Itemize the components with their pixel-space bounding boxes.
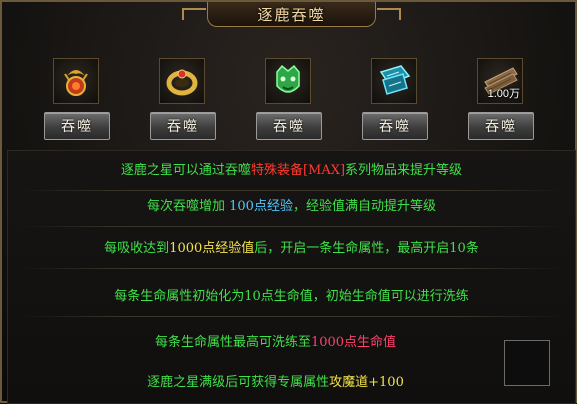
item-icon-frame[interactable]: 1.00万 xyxy=(477,58,523,104)
golden-ring-icon xyxy=(166,69,198,96)
title-ornament-left xyxy=(182,8,206,20)
devour-panel: 逐鹿吞噬 吞噬 吞噬 吞噬 吞噬 1.00万 吞噬 逐鹿之星可以通过吞噬特殊装备… xyxy=(0,0,577,404)
gold-dragon-amulet-icon xyxy=(64,70,88,96)
info-line-5: 每条生命属性最高可洗练至1000点生命值 xyxy=(154,335,397,350)
item-slot-4: 吞噬 xyxy=(362,54,428,144)
info-line-1: 逐鹿之星可以通过吞噬特殊装备[MAX]系列物品来提升等级 xyxy=(8,163,575,191)
item-list: 吞噬 吞噬 吞噬 吞噬 1.00万 吞噬 xyxy=(2,54,577,144)
item-icon-frame[interactable] xyxy=(53,58,99,104)
devour-button-3[interactable]: 吞噬 xyxy=(256,112,322,140)
info-line-6: 逐鹿之星满级后可获得专属属性攻魔道+100 xyxy=(147,375,404,390)
item-icon-frame[interactable] xyxy=(159,58,205,104)
info-line-3: 每吸收达到1000点经验值后，开启一条生命属性，最高开启10条 xyxy=(8,241,575,269)
window-title-bar: 逐鹿吞噬 xyxy=(182,2,401,27)
devour-button-2[interactable]: 吞噬 xyxy=(150,112,216,140)
item-slot-5: 1.00万 吞噬 xyxy=(468,54,534,144)
info-panel: 逐鹿之星可以通过吞噬特殊装备[MAX]系列物品来提升等级 每次吞噬增加 100点… xyxy=(7,150,576,404)
devour-button-1[interactable]: 吞噬 xyxy=(44,112,110,140)
item-slot-3: 吞噬 xyxy=(256,54,322,144)
item-icon-frame[interactable] xyxy=(265,58,311,104)
devour-button-4[interactable]: 吞噬 xyxy=(362,112,428,140)
title-ornament-right xyxy=(377,8,401,20)
devour-button-5[interactable]: 吞噬 xyxy=(468,112,534,140)
jade-beast-mask-icon xyxy=(276,64,300,93)
info-line-2: 每次吞噬增加 100点经验，经验值满自动提升等级 xyxy=(8,199,575,227)
reward-slot[interactable] xyxy=(504,340,550,386)
item-icon-frame[interactable] xyxy=(371,58,417,104)
window-title: 逐鹿吞噬 xyxy=(257,5,326,24)
item-quantity: 1.00万 xyxy=(487,88,520,100)
cyan-armor-icon xyxy=(379,65,411,95)
item-slot-1: 吞噬 xyxy=(44,54,110,144)
info-line-4: 每条生命属性初始化为10点生命值，初始生命值可以进行洗练 xyxy=(8,289,575,317)
item-slot-2: 吞噬 xyxy=(150,54,216,144)
